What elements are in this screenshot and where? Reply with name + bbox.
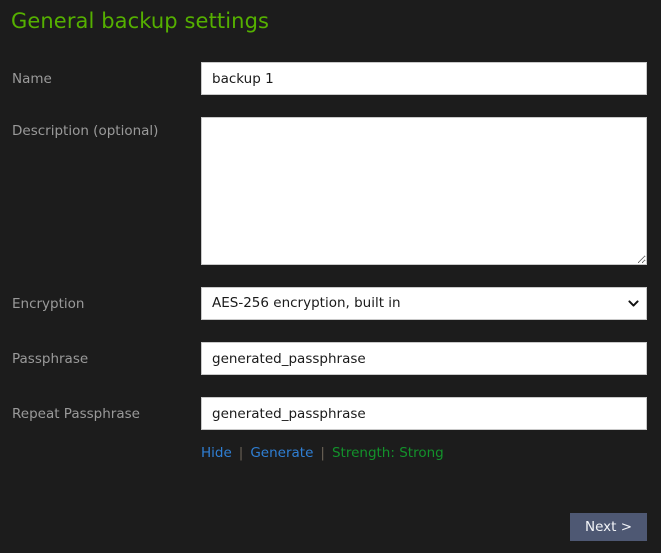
action-separator-2: | <box>320 445 325 461</box>
label-encryption: Encryption <box>12 296 84 312</box>
label-passphrase: Passphrase <box>12 351 88 367</box>
form-row-description: Description (optional) <box>0 117 661 265</box>
label-description: Description (optional) <box>12 123 158 139</box>
label-repeat-passphrase: Repeat Passphrase <box>12 406 140 422</box>
name-input[interactable] <box>201 62 647 95</box>
encryption-select[interactable]: AES-256 encryption, built in <box>201 287 647 320</box>
repeat-passphrase-input[interactable] <box>201 397 647 430</box>
next-button[interactable]: Next > <box>570 513 647 541</box>
passphrase-strength-indicator: Strength: Strong <box>332 445 444 461</box>
generate-passphrase-link[interactable]: Generate <box>250 445 313 461</box>
form-row-encryption: Encryption AES-256 encryption, built in <box>0 287 661 320</box>
page-title: General backup settings <box>11 9 269 33</box>
form-row-name: Name <box>0 62 661 95</box>
description-textarea[interactable] <box>201 117 647 265</box>
form-row-passphrase: Passphrase <box>0 342 661 375</box>
hide-passphrase-link[interactable]: Hide <box>201 445 232 461</box>
label-name: Name <box>12 71 52 87</box>
action-separator-1: | <box>239 445 244 461</box>
passphrase-input[interactable] <box>201 342 647 375</box>
form-row-repeat-passphrase: Repeat Passphrase <box>0 397 661 430</box>
passphrase-actions: Hide | Generate | Strength: Strong <box>201 445 444 461</box>
